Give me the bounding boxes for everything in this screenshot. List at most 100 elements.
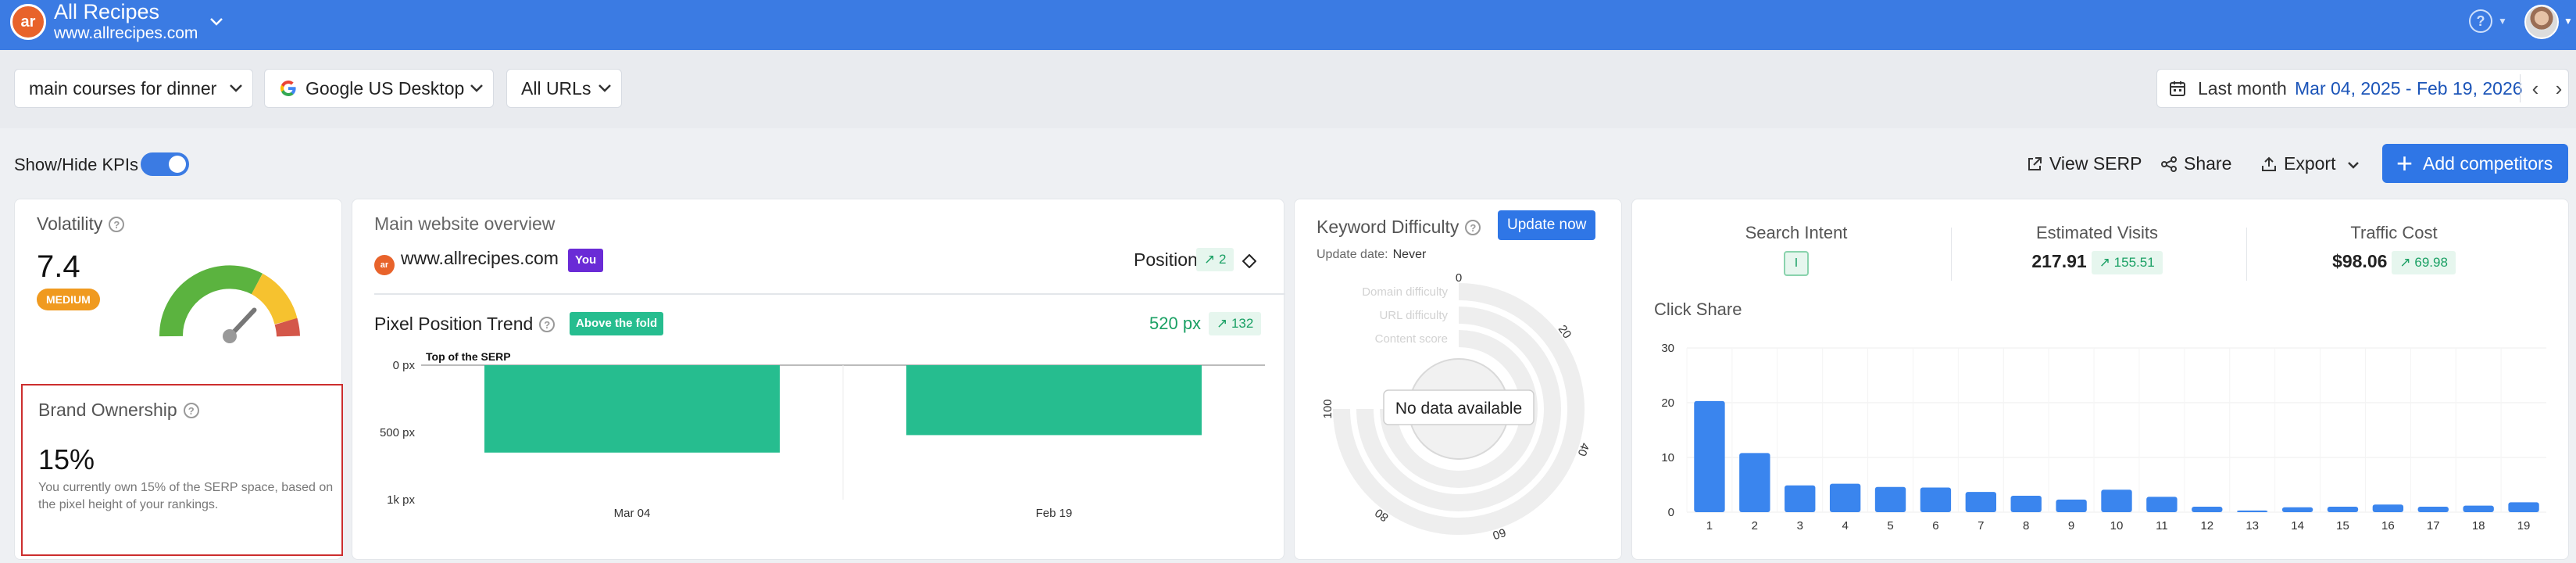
search-intent-kpi: Search Intent I bbox=[1726, 223, 1867, 276]
kpi-toggle-label: Show/Hide KPIs bbox=[14, 155, 138, 174]
view-serp-label: View SERP bbox=[2049, 153, 2142, 174]
x-tick-label: 10 bbox=[2110, 519, 2124, 533]
help-icon[interactable]: ? bbox=[539, 317, 556, 332]
serp-feature-icon[interactable] bbox=[1242, 254, 1256, 268]
share-label: Share bbox=[2184, 153, 2232, 174]
ring-label: Domain difficulty bbox=[1362, 285, 1448, 299]
bar bbox=[2056, 499, 2087, 512]
bar bbox=[1829, 483, 1861, 512]
bar bbox=[2372, 504, 2404, 512]
click-share-title: Click Share bbox=[1654, 299, 1742, 319]
help-icon[interactable]: ? bbox=[183, 403, 199, 418]
brand-ownership-description: You currently own 15% of the SERP space,… bbox=[38, 481, 334, 511]
search-intent-badge[interactable]: I bbox=[1784, 251, 1809, 276]
keyword-dropdown[interactable]: main courses for dinner bbox=[14, 69, 253, 108]
date-range-value: Mar 04, 2025 - Feb 19, 2026 bbox=[2295, 78, 2523, 99]
upload-icon bbox=[2262, 156, 2276, 171]
google-icon bbox=[280, 81, 296, 96]
x-tick-label: 11 bbox=[2156, 519, 2168, 533]
site-url[interactable]: www.allrecipes.com bbox=[54, 24, 198, 43]
y-tick-label: 0 px bbox=[393, 359, 416, 372]
y-tick-label: 10 bbox=[1661, 451, 1674, 464]
url-filter-dropdown[interactable]: All URLs bbox=[506, 69, 622, 108]
bar bbox=[2508, 502, 2539, 512]
search-engine-dropdown[interactable]: Google US Desktop bbox=[264, 69, 494, 108]
gauge-hub bbox=[223, 329, 237, 343]
x-tick-label: 15 bbox=[2336, 519, 2349, 533]
view-serp-button[interactable]: View SERP bbox=[2026, 153, 2142, 174]
y-tick-label: 30 bbox=[1661, 342, 1674, 355]
x-tick-label: 7 bbox=[1978, 519, 1984, 533]
position-change-badge: ↗ 2 bbox=[1196, 248, 1234, 271]
traffic-cost-kpi: Traffic Cost $98.06 ↗ 69.98 bbox=[2296, 223, 2492, 274]
x-tick-label: Mar 04 bbox=[614, 507, 651, 520]
volatility-title: Volatility? bbox=[37, 213, 125, 235]
x-tick-label: 12 bbox=[2200, 519, 2213, 533]
calendar-icon bbox=[2170, 81, 2185, 96]
url-filter-label: All URLs bbox=[521, 78, 591, 99]
divider bbox=[2520, 74, 2521, 102]
volatility-value: 7.4 bbox=[37, 249, 80, 284]
plus-icon: + bbox=[2396, 147, 2413, 179]
top-bar: ar All Recipes www.allrecipes.com ? ▼ ▼ bbox=[0, 0, 2576, 50]
export-button[interactable]: Export bbox=[2260, 153, 2366, 174]
traffic-metrics-card: Search Intent I Estimated Visits 217.91 ↗… bbox=[1631, 199, 2569, 560]
chevron-left-icon[interactable]: ‹ bbox=[2524, 70, 2546, 107]
bar bbox=[1965, 492, 1996, 512]
chevron-down-icon[interactable] bbox=[209, 16, 223, 27]
chevron-down-icon bbox=[598, 84, 611, 92]
add-competitors-label: Add competitors bbox=[2423, 153, 2553, 174]
bar bbox=[906, 365, 1202, 436]
bar bbox=[1694, 400, 1725, 512]
x-tick-label: 18 bbox=[2472, 519, 2485, 533]
x-tick-label: 6 bbox=[1932, 519, 1938, 533]
bar bbox=[2463, 505, 2494, 512]
x-tick-label: 5 bbox=[1887, 519, 1893, 533]
divider bbox=[1951, 228, 1952, 281]
chevron-down-icon[interactable]: ▼ bbox=[2563, 16, 2573, 27]
above-fold-badge: Above the fold bbox=[570, 312, 664, 335]
x-tick-label: 8 bbox=[2023, 519, 2029, 533]
traffic-cost-label: Traffic Cost bbox=[2350, 223, 2438, 242]
app-logo[interactable]: ar bbox=[10, 4, 46, 40]
share-button[interactable]: Share bbox=[2160, 153, 2231, 174]
add-competitors-button[interactable]: + Add competitors bbox=[2382, 144, 2568, 183]
bar bbox=[1739, 453, 1770, 512]
x-tick-label: 1 bbox=[1706, 519, 1713, 533]
bar bbox=[2281, 507, 2313, 512]
chevron-right-icon[interactable]: › bbox=[2548, 70, 2570, 107]
date-preset-label: Last month bbox=[2198, 78, 2287, 99]
ring-tick-label: 0 bbox=[1456, 271, 1462, 285]
help-icon[interactable]: ? bbox=[109, 217, 125, 232]
app-title[interactable]: All Recipes bbox=[54, 0, 159, 24]
bar bbox=[2237, 510, 2268, 512]
chevron-down-icon[interactable]: ▼ bbox=[2498, 16, 2507, 27]
main-website-overview-card: Main website overview ar www.allrecipes.c… bbox=[352, 199, 1285, 560]
ring-label: Content score bbox=[1375, 332, 1448, 346]
x-tick-label: 16 bbox=[2381, 519, 2395, 533]
avatar[interactable] bbox=[2524, 5, 2559, 39]
bar bbox=[2101, 489, 2132, 512]
chevron-down-icon bbox=[230, 84, 242, 92]
divider bbox=[374, 293, 1285, 295]
search-intent-label: Search Intent bbox=[1745, 223, 1848, 242]
update-now-button[interactable]: Update now bbox=[1498, 210, 1596, 240]
brand-ownership-title: Brand Ownership? bbox=[38, 400, 199, 421]
bar bbox=[2146, 497, 2178, 512]
toggle-knob bbox=[169, 156, 186, 173]
keyword-difficulty-title: Keyword Difficulty? bbox=[1317, 217, 1481, 238]
date-range-picker[interactable]: Last month Mar 04, 2025 - Feb 19, 2026 ‹… bbox=[2156, 69, 2569, 108]
help-icon[interactable]: ? bbox=[2469, 9, 2492, 33]
bar bbox=[484, 365, 780, 453]
no-data-label: No data available bbox=[1395, 400, 1522, 418]
kpi-toggle[interactable] bbox=[141, 152, 189, 176]
traffic-cost-change: ↗ 69.98 bbox=[2392, 251, 2456, 274]
volatility-card: Volatility? 7.4 MEDIUM Brand Ownership? … bbox=[14, 199, 343, 560]
y-tick-label: 20 bbox=[1661, 396, 1674, 410]
x-tick-label: 9 bbox=[2068, 519, 2074, 533]
external-link-icon bbox=[2028, 157, 2042, 170]
help-icon[interactable]: ? bbox=[1465, 220, 1481, 235]
x-tick-label: Feb 19 bbox=[1036, 507, 1073, 520]
keyword-difficulty-card: Keyword Difficulty? Update now Update da… bbox=[1294, 199, 1622, 560]
x-tick-label: 3 bbox=[1797, 519, 1803, 533]
